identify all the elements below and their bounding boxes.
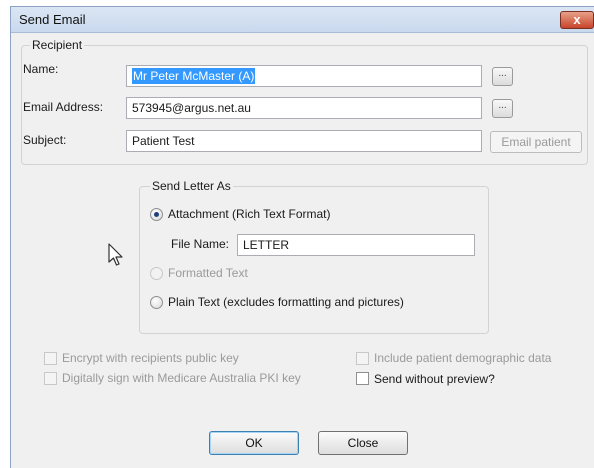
send-without-preview-checkbox[interactable] — [356, 372, 369, 385]
recipient-group-label: Recipient — [30, 38, 85, 52]
file-name-field[interactable]: LETTER — [237, 234, 475, 256]
title-bar[interactable]: Send Email x — [11, 7, 594, 33]
plain-text-radio[interactable] — [150, 296, 163, 309]
email-browse-button[interactable]: ... — [492, 99, 513, 118]
send-without-preview-label: Send without preview? — [374, 372, 495, 386]
email-address-field[interactable]: 573945@argus.net.au — [126, 97, 482, 119]
demographic-label: Include patient demographic data — [374, 351, 552, 365]
digital-sign-checkbox[interactable] — [44, 372, 57, 385]
email-address-label: Email Address: — [23, 100, 104, 114]
ok-button[interactable]: OK — [209, 431, 299, 455]
ellipsis-icon: ... — [498, 100, 507, 111]
send-email-dialog: Send Email x Recipient Name: Mr Peter Mc… — [10, 6, 594, 468]
formatted-text-label: Formatted Text — [168, 266, 248, 280]
name-field-value: Mr Peter McMaster (A) — [132, 68, 256, 84]
dialog-title: Send Email — [19, 12, 86, 27]
plain-text-label: Plain Text (excludes formatting and pict… — [168, 295, 404, 309]
send-letter-group-label: Send Letter As — [150, 179, 233, 193]
radio-selected-dot — [154, 212, 159, 217]
close-icon: x — [573, 12, 581, 27]
subject-field[interactable]: Patient Test — [126, 130, 482, 152]
demographic-checkbox[interactable] — [356, 352, 369, 365]
close-button[interactable]: Close — [318, 431, 408, 455]
name-browse-button[interactable]: ... — [492, 67, 513, 86]
close-window-button[interactable]: x — [560, 11, 594, 29]
mouse-pointer-icon — [108, 243, 123, 266]
file-name-label: File Name: — [171, 237, 230, 251]
formatted-text-radio[interactable] — [150, 267, 163, 280]
ellipsis-icon: ... — [498, 68, 507, 79]
subject-label: Subject: — [23, 133, 67, 147]
attachment-label: Attachment (Rich Text Format) — [168, 207, 331, 221]
attachment-radio[interactable] — [150, 208, 163, 221]
encrypt-label: Encrypt with recipients public key — [62, 351, 239, 365]
digital-sign-label: Digitally sign with Medicare Australia P… — [62, 371, 301, 385]
name-label: Name: — [23, 62, 59, 76]
email-patient-button[interactable]: Email patient — [490, 131, 582, 153]
name-field[interactable]: Mr Peter McMaster (A) — [126, 65, 482, 87]
encrypt-checkbox[interactable] — [44, 352, 57, 365]
